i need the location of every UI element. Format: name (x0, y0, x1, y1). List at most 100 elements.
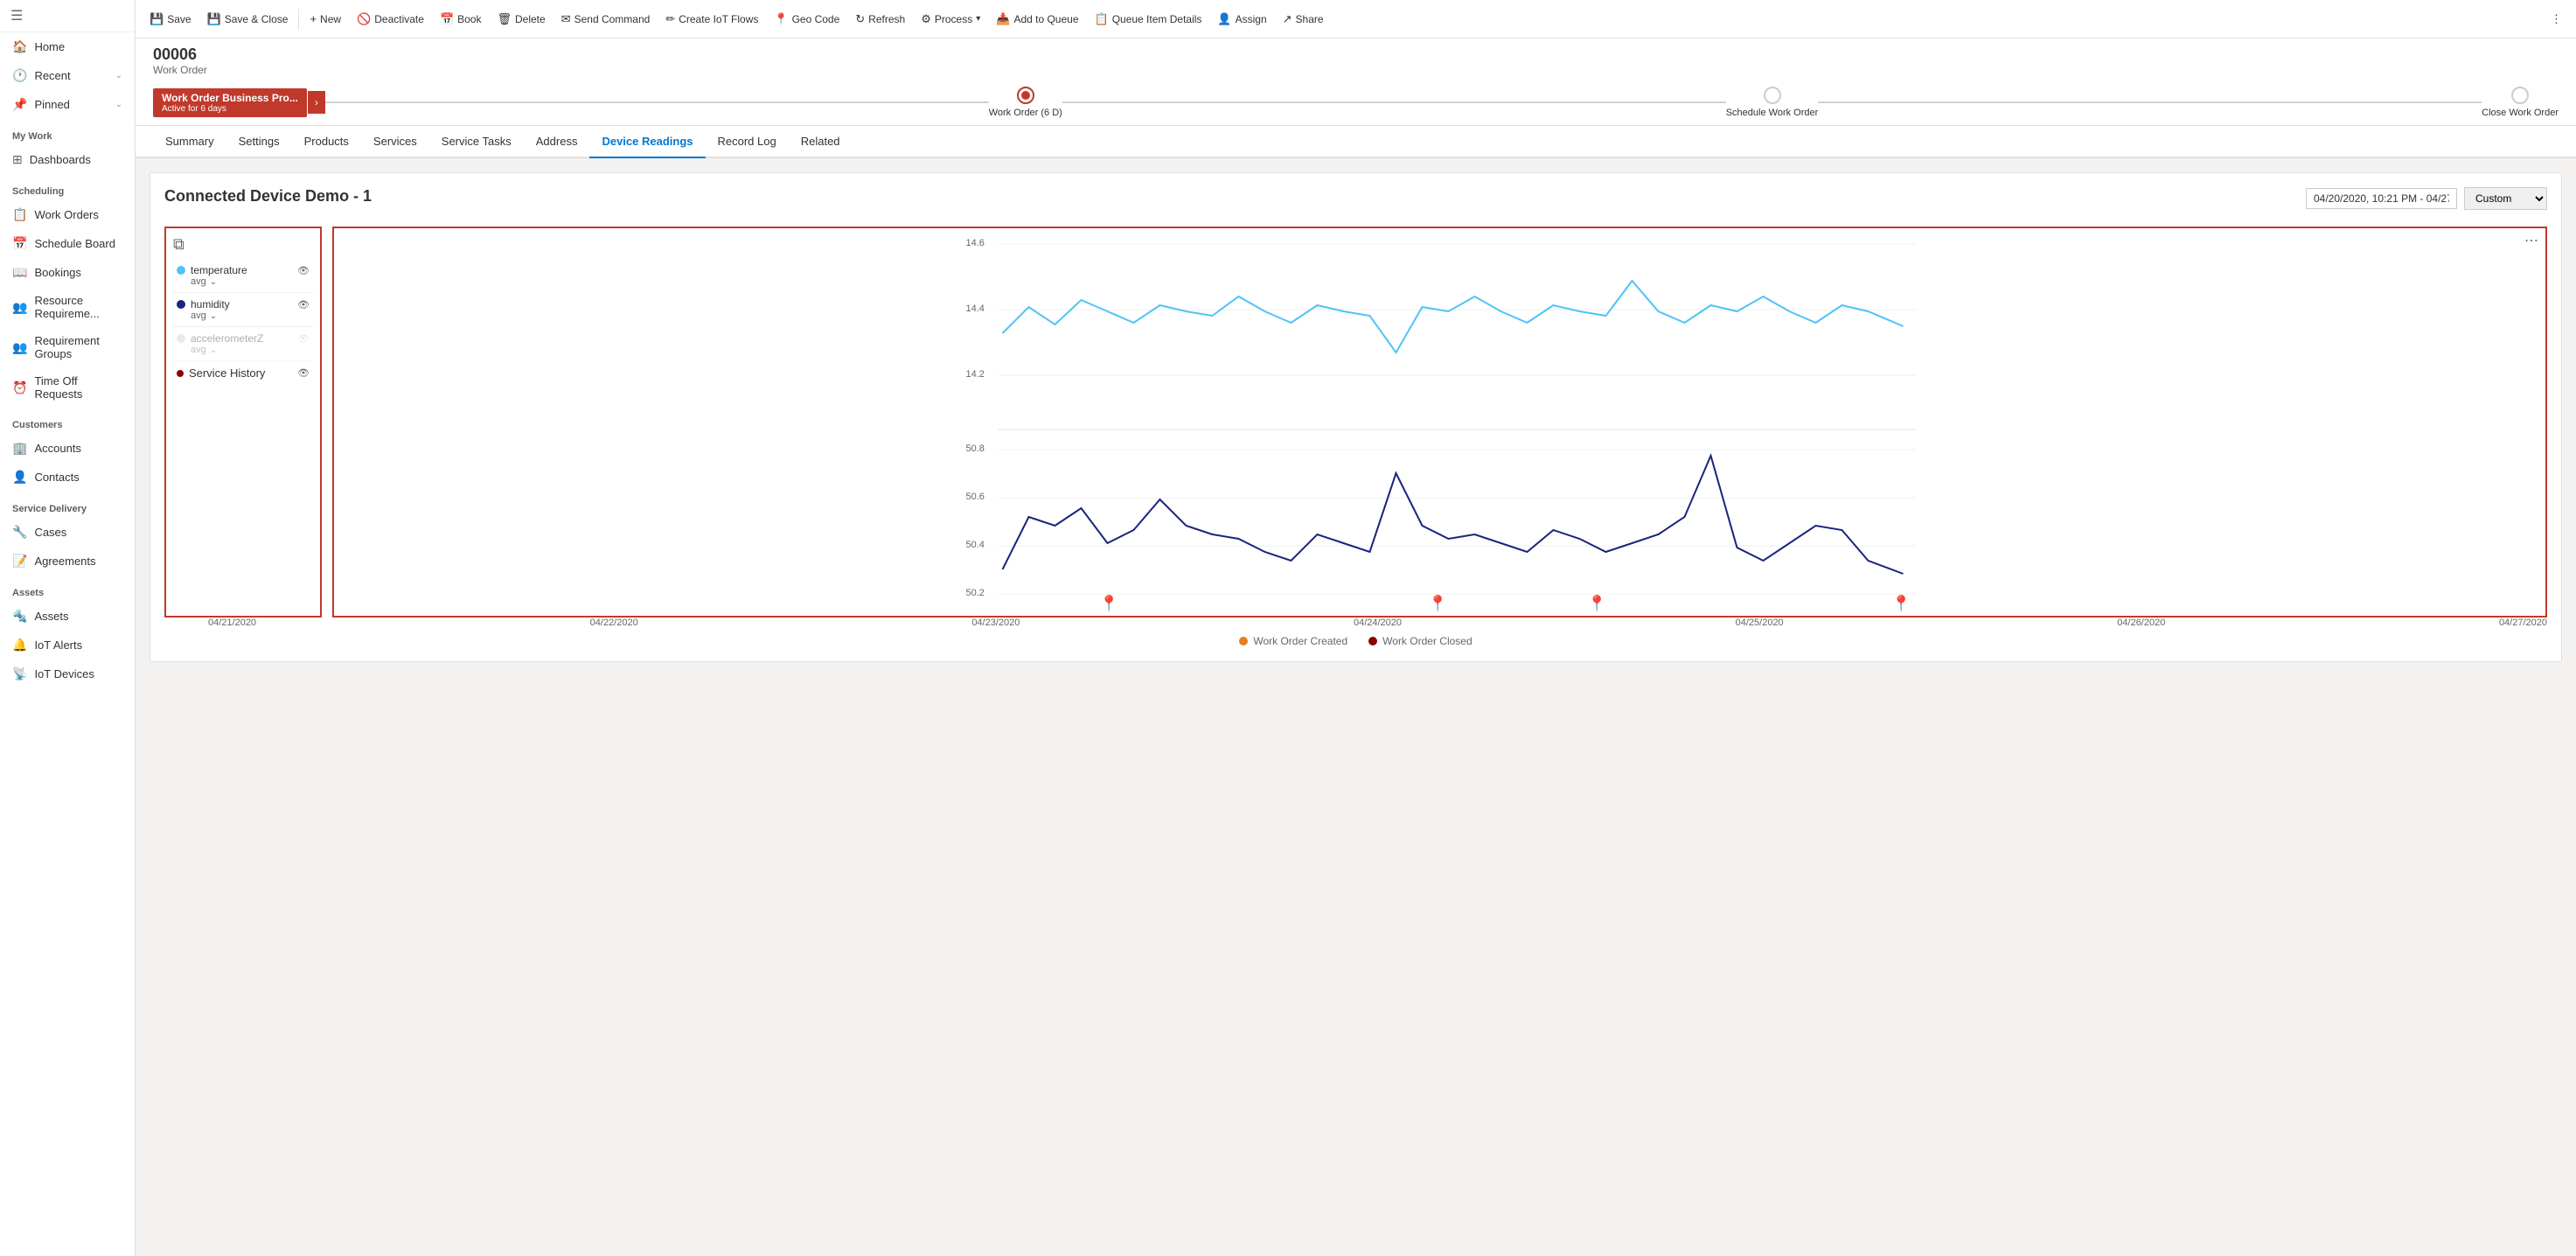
dashboard-icon: ⊞ (12, 152, 23, 167)
work-orders-icon: 📋 (12, 207, 27, 222)
tab-service-tasks[interactable]: Service Tasks (429, 126, 524, 158)
sidebar-item-pinned[interactable]: 📌 Pinned ⌄ (0, 90, 135, 119)
iot-flows-icon: ✏ (665, 12, 675, 26)
chart-type-select[interactable]: Custom Last Hour Last Day Last Week (2464, 187, 2547, 210)
create-iot-button[interactable]: ✏ Create IoT Flows (658, 7, 765, 31)
active-stage-pill[interactable]: Work Order Business Pro... Active for 6 … (153, 88, 307, 117)
refresh-button[interactable]: ↻ Refresh (848, 7, 912, 31)
eye-icon-temperature[interactable]: 👁 (297, 265, 310, 276)
created-dot (1239, 637, 1248, 645)
stage-connector-3 (1818, 101, 2482, 103)
sidebar-item-work-orders[interactable]: 📋 Work Orders (0, 200, 135, 229)
sidebar-item-req-groups[interactable]: 👥 Requirement Groups (0, 327, 135, 367)
sidebar-item-label: IoT Alerts (34, 638, 122, 652)
book-button[interactable]: 📅 Book (433, 7, 489, 31)
stage-circle-close (2511, 87, 2529, 104)
share-button[interactable]: ↗ Share (1276, 7, 1331, 31)
content-area: Connected Device Demo - 1 Custom Last Ho… (136, 158, 2576, 1256)
stage-bar: Work Order Business Pro... Active for 6 … (153, 83, 2559, 125)
closed-label: Work Order Closed (1382, 635, 1472, 647)
sidebar-item-label: Pinned (34, 98, 108, 111)
temperature-dot (177, 266, 185, 275)
sidebar-item-label: Schedule Board (34, 237, 122, 250)
toolbar: 💾 Save 💾 Save & Close + New 🚫 Deactivate… (136, 0, 2576, 38)
sidebar-item-assets[interactable]: 🔩 Assets (0, 602, 135, 631)
add-to-queue-button[interactable]: 📥 Add to Queue (989, 7, 1085, 31)
chevron-down-icon: ⌄ (115, 71, 122, 80)
sidebar-item-recent[interactable]: 🕐 Recent ⌄ (0, 61, 135, 90)
queue-item-details-button[interactable]: 📋 Queue Item Details (1088, 7, 1209, 31)
tab-address[interactable]: Address (524, 126, 590, 158)
closed-dot (1368, 637, 1377, 645)
eye-icon-service-history[interactable]: 👁 (297, 367, 310, 379)
sidebar-item-label: Bookings (34, 266, 122, 279)
sidebar-item-time-off[interactable]: ⏰ Time Off Requests (0, 367, 135, 408)
save-close-button[interactable]: 💾 Save & Close (200, 7, 296, 31)
stage-pill-sub: Active for 6 days (162, 104, 298, 114)
chevron-down-icon: ⌄ (115, 100, 122, 109)
eye-icon-humidity[interactable]: 👁 (297, 299, 310, 311)
schedule-icon: 📅 (12, 236, 27, 251)
svg-text:14.4: 14.4 (966, 304, 985, 314)
stage-connector-2 (1062, 101, 1726, 103)
stage-node-1: Work Order (6 D) (989, 87, 1062, 118)
chart-title: Connected Device Demo - 1 (164, 187, 372, 206)
sidebar-item-home[interactable]: 🏠 Home (0, 32, 135, 61)
sidebar-item-schedule-board[interactable]: 📅 Schedule Board (0, 229, 135, 258)
send-command-icon: ✉ (561, 12, 571, 26)
tab-related[interactable]: Related (789, 126, 853, 158)
stage-next-button[interactable]: › (308, 91, 325, 114)
section-my-work: My Work (0, 119, 135, 145)
eye-icon-accelerometerZ[interactable]: 👁 (297, 333, 310, 345)
save-button[interactable]: 💾 Save (143, 7, 198, 31)
groups-icon: 👥 (12, 340, 27, 355)
x-label-1: 04/22/2020 (590, 618, 638, 628)
tab-summary[interactable]: Summary (153, 126, 226, 158)
sidebar-item-dashboards[interactable]: ⊞ Dashboards (0, 145, 135, 174)
stage-circle-work-order (1017, 87, 1034, 104)
date-range-input[interactable] (2306, 188, 2457, 209)
delete-button[interactable]: 🗑 Delete (490, 7, 552, 31)
sidebar-item-label: Contacts (34, 471, 122, 484)
geo-code-button[interactable]: 📍 Geo Code (767, 7, 846, 31)
sidebar-item-accounts[interactable]: 🏢 Accounts (0, 434, 135, 463)
chevron-icon[interactable]: ⌄ (210, 311, 217, 321)
layers-icon[interactable]: ⧉ (173, 235, 184, 253)
sidebar-item-label: Accounts (34, 442, 122, 455)
sidebar-item-resource-req[interactable]: 👥 Resource Requireme... (0, 287, 135, 327)
geo-code-icon: 📍 (774, 12, 788, 26)
tab-settings[interactable]: Settings (226, 126, 292, 158)
new-button[interactable]: + New (303, 7, 348, 31)
tab-record-log[interactable]: Record Log (706, 126, 789, 158)
section-assets: Assets (0, 576, 135, 602)
stage-pill-name: Work Order Business Pro... (162, 92, 298, 104)
deactivate-button[interactable]: 🚫 Deactivate (350, 7, 431, 31)
chart-graph: ⋯ 14.6 14.4 14.2 (332, 227, 2547, 618)
tab-services[interactable]: Services (361, 126, 429, 158)
legend-item-temperature: temperature 👁 avg ⌄ (173, 259, 313, 293)
stage-label-work-order: Work Order (6 D) (989, 108, 1062, 118)
chevron-icon[interactable]: ⌄ (210, 345, 217, 355)
process-dropdown-icon: ▾ (976, 14, 980, 24)
sidebar-item-iot-devices[interactable]: 📡 IoT Devices (0, 659, 135, 688)
send-command-button[interactable]: ✉ Send Command (554, 7, 658, 31)
tab-products[interactable]: Products (292, 126, 361, 158)
more-options-button[interactable]: ⋮ (2544, 7, 2569, 31)
temperature-label: temperature (191, 264, 247, 276)
sidebar-item-cases[interactable]: 🔧 Cases (0, 518, 135, 547)
pin-icon: 📌 (12, 97, 27, 112)
svg-text:50.2: 50.2 (966, 588, 985, 598)
chart-options-button[interactable]: ⋯ (2524, 232, 2538, 249)
chart-container: Connected Device Demo - 1 Custom Last Ho… (150, 172, 2562, 662)
sidebar-item-contacts[interactable]: 👤 Contacts (0, 463, 135, 492)
hamburger-icon[interactable]: ☰ (10, 7, 23, 24)
sidebar-item-bookings[interactable]: 📖 Bookings (0, 258, 135, 287)
process-button[interactable]: ⚙ Process ▾ (914, 7, 987, 31)
sidebar-item-label: Home (34, 40, 122, 53)
chevron-icon[interactable]: ⌄ (210, 277, 217, 287)
sidebar-item-iot-alerts[interactable]: 🔔 IoT Alerts (0, 631, 135, 659)
tab-device-readings[interactable]: Device Readings (589, 126, 705, 158)
assign-button[interactable]: 👤 Assign (1210, 7, 1273, 31)
sidebar-item-agreements[interactable]: 📝 Agreements (0, 547, 135, 576)
service-history-dot (177, 370, 184, 377)
